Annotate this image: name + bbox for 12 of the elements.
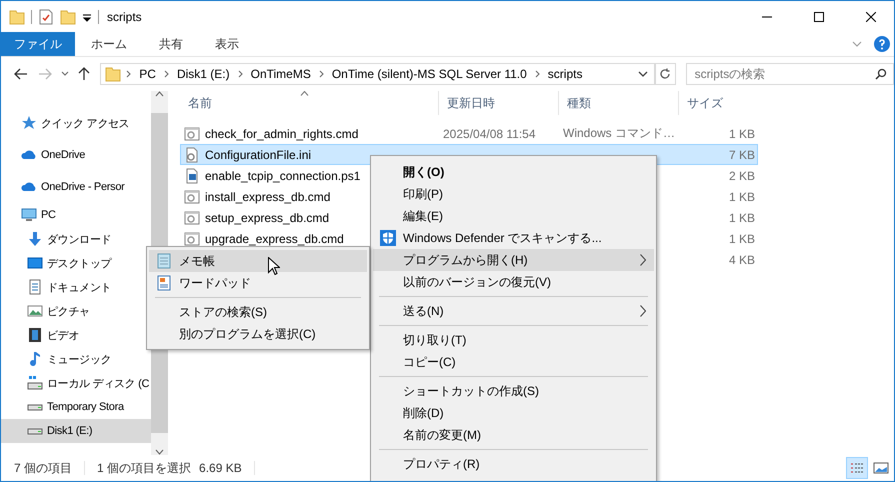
file-date: 2025/04/08 11:54 <box>443 126 536 140</box>
file-size: 7 KB <box>728 148 755 162</box>
item-count: 7 個の項目 <box>14 460 72 476</box>
selection-info: 1 個の項目を選択 <box>97 460 192 476</box>
file-size: 1 KB <box>728 126 755 140</box>
file-size: 2 KB <box>728 168 755 182</box>
file-type: Windows コマンド… <box>563 126 676 140</box>
file-size: 1 KB <box>728 190 755 204</box>
window-title: scripts <box>107 10 142 24</box>
file-size: 1 KB <box>728 232 755 246</box>
selection-size: 6.69 KB <box>199 461 242 475</box>
file-size: 1 KB <box>728 210 755 224</box>
